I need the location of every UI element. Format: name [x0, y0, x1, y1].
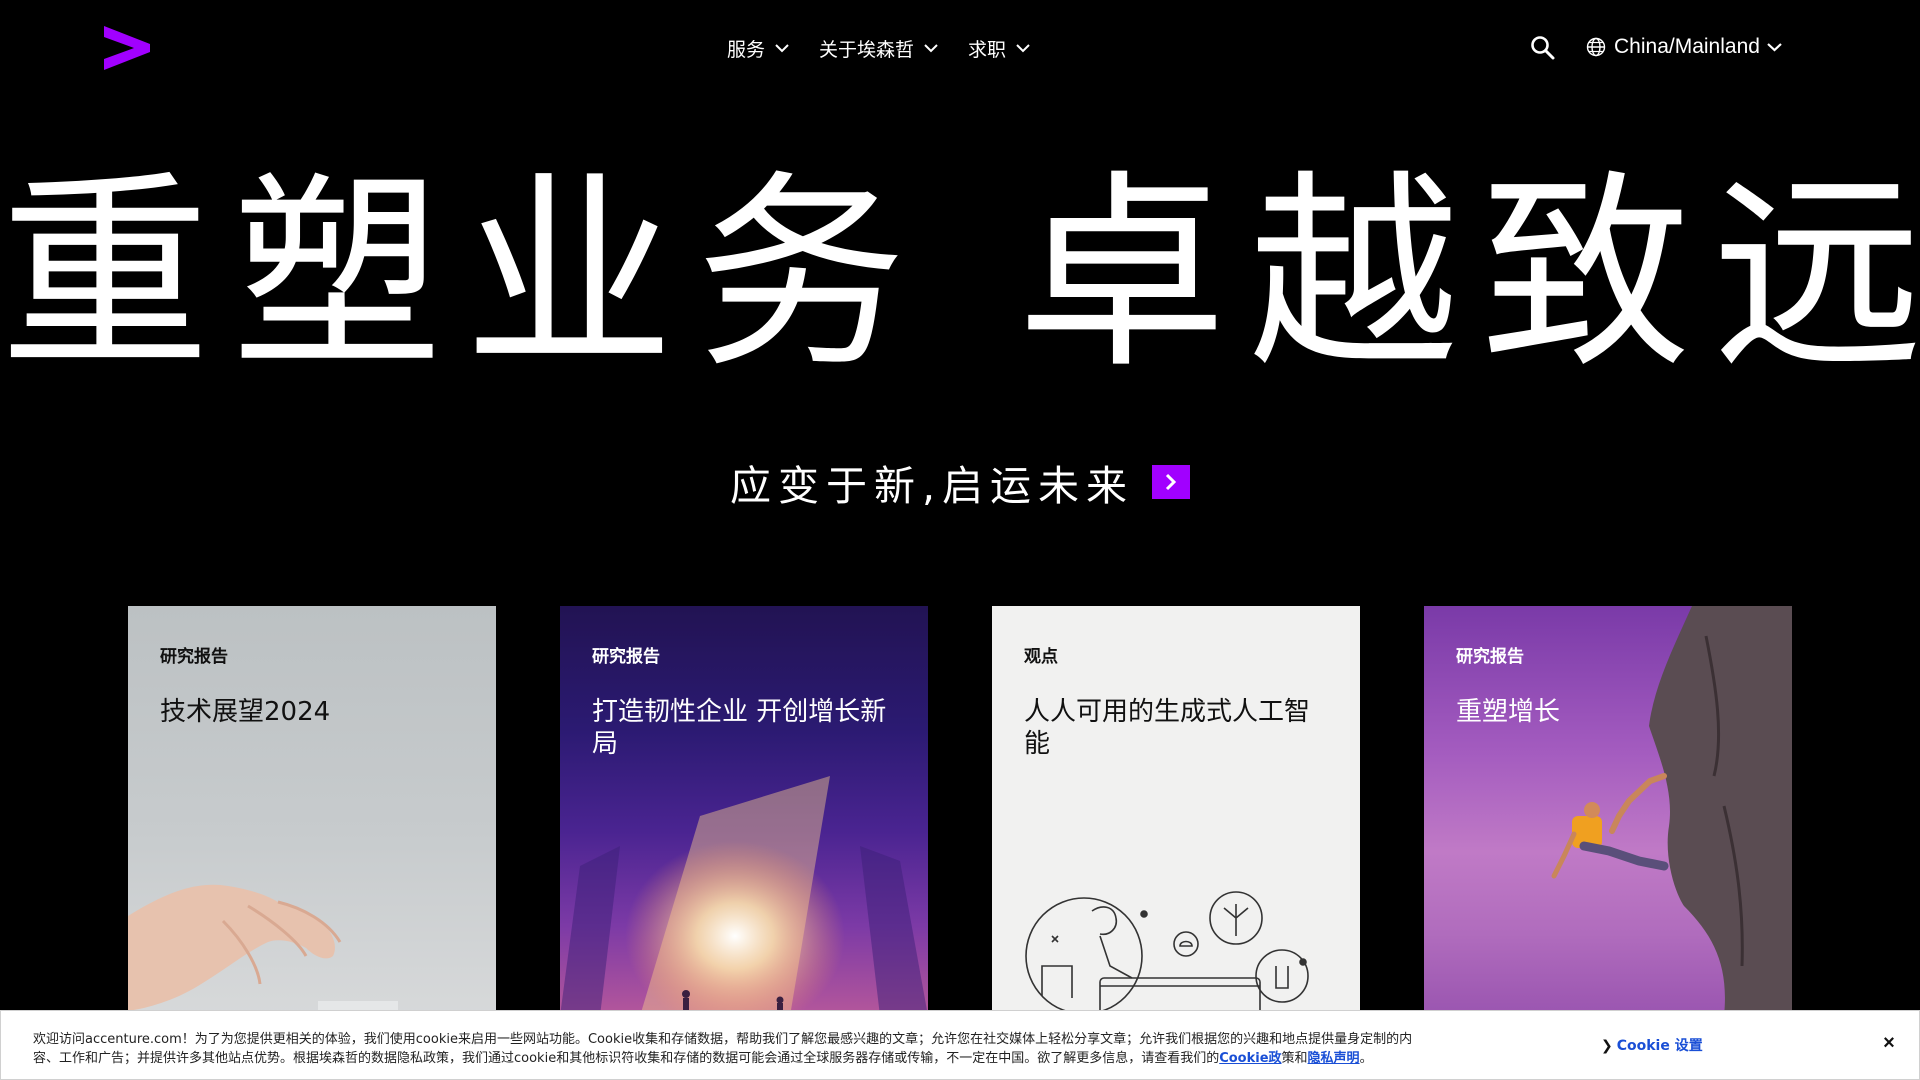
chevron-right-icon — [1165, 473, 1177, 491]
card-tag: 研究报告 — [592, 647, 660, 667]
privacy-statement-link[interactable]: 隐私声明 — [1308, 1051, 1360, 1066]
globe-icon — [1586, 37, 1606, 57]
country-selector[interactable]: China/Mainland — [1586, 31, 1782, 63]
cookie-settings-label: Cookie 设置 — [1616, 1038, 1703, 1054]
site-header: 服务 关于埃森哲 求职 China/Mainland — [0, 0, 1920, 96]
hero-title: 重塑业务 卓越致远 — [0, 152, 1920, 397]
nav-item-label: 服务 — [727, 38, 766, 61]
hand-image — [128, 884, 398, 1016]
climber-image — [1551, 606, 1792, 1016]
nav-item-about[interactable]: 关于埃森哲 — [819, 35, 938, 62]
genai-illustration — [1025, 891, 1309, 1016]
chevron-down-icon — [1767, 43, 1782, 52]
card-tech-vision[interactable]: 研究报告 技术展望2024 — [128, 606, 496, 1016]
country-label: China/Mainland — [1614, 35, 1760, 58]
hero-cta-text: 应变于新,启运未来 — [729, 462, 1135, 510]
nav-item-label: 求职 — [968, 38, 1007, 61]
cookie-banner: 欢迎访问accenture.com！为了为您提供更相关的体验，我们使用cooki… — [0, 1010, 1920, 1080]
card-resilient-enterprise[interactable]: 研究报告 打造韧性企业 开创增长新局 — [560, 606, 928, 1016]
card-tag: 研究报告 — [160, 647, 228, 667]
card-reinvent-growth[interactable]: 研究报告 重塑增长 — [1424, 606, 1792, 1016]
cookie-body: 欢迎访问accenture.com！为了为您提供更相关的体验，我们使用cooki… — [33, 1032, 1413, 1066]
close-icon[interactable]: × — [1879, 1033, 1899, 1053]
cookie-text-mid: 策和 — [1281, 1051, 1308, 1066]
card-tag: 研究报告 — [1456, 647, 1524, 667]
accenture-logo[interactable] — [104, 26, 150, 70]
chevron-down-icon — [1016, 44, 1030, 53]
card-title: 技术展望2024 — [160, 697, 331, 727]
light-tunnel-image — [560, 776, 928, 1016]
card-genai[interactable]: 观点 人人可用的生成式人工智能 — [992, 606, 1360, 1016]
cta-arrow-button[interactable] — [1152, 465, 1191, 499]
cookie-text: 欢迎访问accenture.com！为了为您提供更相关的体验，我们使用cooki… — [33, 1030, 1423, 1068]
card-title: 人人可用的生成式人工智能 — [1024, 697, 1311, 759]
nav-item-careers[interactable]: 求职 — [968, 35, 1030, 62]
cookie-policy-link[interactable]: Cookie政 — [1219, 1051, 1281, 1066]
card-title: 重塑增长 — [1456, 697, 1561, 727]
card-tag: 观点 — [1024, 647, 1058, 667]
chevron-down-icon — [775, 44, 789, 53]
card-title: 打造韧性企业 开创增长新局 — [592, 697, 887, 759]
cookie-text-end: 。 — [1359, 1051, 1373, 1066]
chevron-right-icon: ❯ — [1601, 1038, 1613, 1054]
main-nav: 服务 关于埃森哲 求职 — [727, 30, 1060, 66]
hero-cta[interactable]: 应变于新,启运未来 — [0, 452, 1920, 512]
nav-item-services[interactable]: 服务 — [727, 35, 789, 62]
cookie-settings-button[interactable]: ❯ Cookie 设置 — [1601, 1035, 1703, 1055]
nav-item-label: 关于埃森哲 — [819, 38, 915, 61]
search-icon[interactable] — [1530, 35, 1556, 61]
chevron-down-icon — [924, 44, 938, 53]
